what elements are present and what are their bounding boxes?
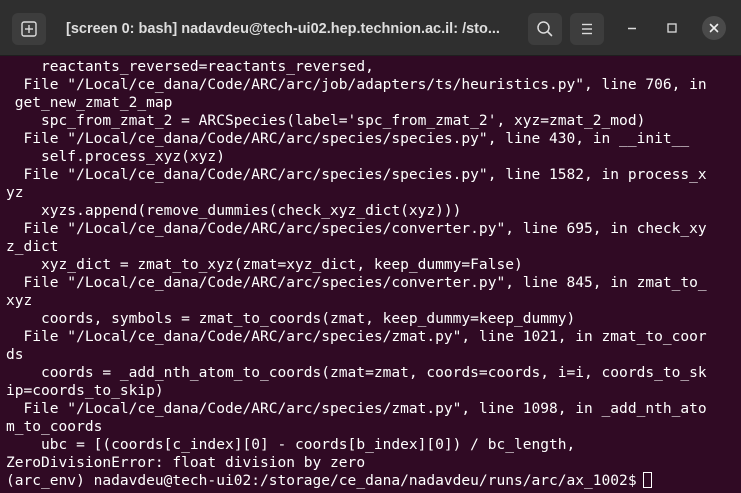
terminal-window: [screen 0: bash] nadavdeu@tech-ui02.hep.… xyxy=(0,0,741,493)
terminal-lines: reactants_reversed=reactants_reversed, F… xyxy=(6,58,741,490)
terminal-line: spc_from_zmat_2 = ARCSpecies(label='spc_… xyxy=(6,112,646,129)
title-bar[interactable]: [screen 0: bash] nadavdeu@tech-ui02.hep.… xyxy=(0,0,741,56)
terminal-line: File "/Local/ce_dana/Code/ARC/arc/specie… xyxy=(6,328,707,345)
terminal-line: get_new_zmat_2_map xyxy=(6,94,173,111)
terminal-line: xyzs.append(remove_dummies(check_xyz_dic… xyxy=(6,202,462,219)
terminal-line: z_dict xyxy=(6,238,59,255)
terminal-line: File "/Local/ce_dana/Code/ARC/arc/specie… xyxy=(6,220,707,237)
terminal-line: File "/Local/ce_dana/Code/ARC/arc/specie… xyxy=(6,274,707,291)
minimize-icon xyxy=(628,27,636,30)
menu-button[interactable] xyxy=(570,13,604,45)
close-icon xyxy=(709,23,719,33)
minimize-button[interactable] xyxy=(620,16,644,40)
terminal-line: ip=coords_to_skip) xyxy=(6,382,164,399)
search-icon xyxy=(537,21,553,37)
terminal-line: reactants_reversed=reactants_reversed, xyxy=(6,58,374,75)
terminal-line: yz xyxy=(6,184,24,201)
window-title: [screen 0: bash] nadavdeu@tech-ui02.hep.… xyxy=(66,21,500,37)
terminal-line: xyz_dict = zmat_to_xyz(zmat=xyz_dict, ke… xyxy=(6,256,523,273)
terminal-cursor xyxy=(642,472,652,488)
hamburger-menu-icon xyxy=(582,23,592,35)
terminal-line: ds xyxy=(6,346,24,363)
terminal-line: coords, symbols = zmat_to_coords(zmat, k… xyxy=(6,310,576,327)
terminal-prompt-line[interactable]: (arc_env) nadavdeu@tech-ui02:/storage/ce… xyxy=(6,472,741,490)
terminal-line: xyz xyxy=(6,292,33,309)
terminal-line: File "/Local/ce_dana/Code/ARC/arc/specie… xyxy=(6,166,707,183)
terminal-line: coords = _add_nth_atom_to_coords(zmat=zm… xyxy=(6,364,707,381)
new-tab-button[interactable] xyxy=(12,13,46,45)
terminal-line: File "/Local/ce_dana/Code/ARC/arc/specie… xyxy=(6,400,707,417)
terminal-line: m_to_coords xyxy=(6,418,103,435)
terminal-line: File "/Local/ce_dana/Code/ARC/arc/specie… xyxy=(6,130,690,147)
terminal-line: ubc = [(coords[c_index][0] - coords[b_in… xyxy=(6,436,576,453)
maximize-icon xyxy=(667,23,677,33)
terminal-line: self.process_xyz(xyz) xyxy=(6,148,225,165)
terminal-line: ZeroDivisionError: float division by zer… xyxy=(6,454,366,471)
new-tab-icon xyxy=(21,21,37,37)
close-button[interactable] xyxy=(702,16,726,40)
terminal-line: File "/Local/ce_dana/Code/ARC/arc/job/ad… xyxy=(6,76,707,93)
terminal-output[interactable]: reactants_reversed=reactants_reversed, F… xyxy=(0,58,741,493)
search-button[interactable] xyxy=(528,13,562,45)
shell-prompt: (arc_env) nadavdeu@tech-ui02:/storage/ce… xyxy=(6,472,637,489)
maximize-button[interactable] xyxy=(660,16,684,40)
